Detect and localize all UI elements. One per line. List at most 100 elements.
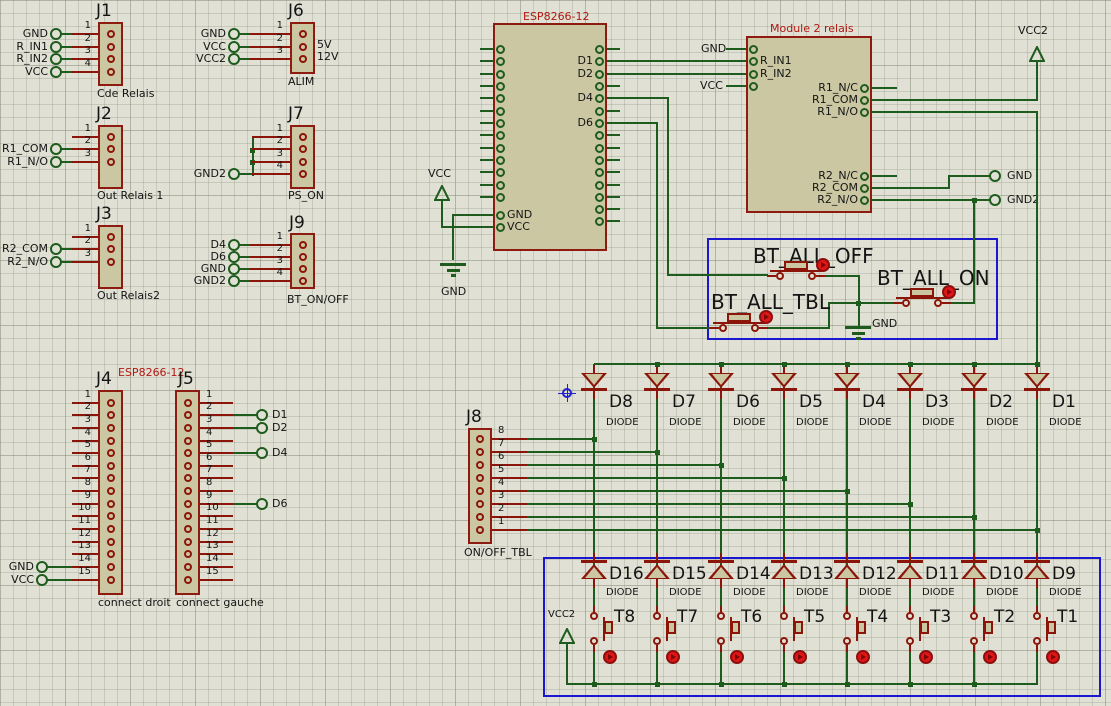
terminal[interactable] <box>50 156 62 168</box>
wire-segment[interactable] <box>72 161 98 163</box>
pin[interactable] <box>107 525 115 533</box>
wire-segment[interactable] <box>527 516 974 518</box>
pin[interactable] <box>496 181 505 190</box>
pin[interactable] <box>1033 637 1041 645</box>
wire-segment[interactable] <box>252 136 254 176</box>
pin[interactable] <box>590 612 598 620</box>
wire-segment[interactable] <box>1036 579 1038 588</box>
wire-segment[interactable] <box>828 302 896 304</box>
terminal[interactable] <box>228 41 240 53</box>
pin[interactable] <box>184 474 192 482</box>
terminal[interactable] <box>50 256 62 268</box>
wire-segment[interactable] <box>47 579 72 581</box>
wire-segment[interactable] <box>480 97 493 99</box>
pin[interactable] <box>496 193 505 202</box>
pin[interactable] <box>299 253 307 261</box>
wire-segment[interactable] <box>656 391 658 399</box>
push-button-cap[interactable] <box>984 621 993 634</box>
terminal[interactable] <box>50 53 62 65</box>
push-button-cap[interactable] <box>604 621 613 634</box>
pin[interactable] <box>860 172 869 181</box>
terminal[interactable] <box>228 28 240 40</box>
wire-segment[interactable] <box>72 579 98 581</box>
wire-segment[interactable] <box>239 256 250 258</box>
pin[interactable] <box>107 30 115 38</box>
wire-segment[interactable] <box>720 391 722 399</box>
wire-segment[interactable] <box>607 110 620 112</box>
pin[interactable] <box>590 637 598 645</box>
pin[interactable] <box>1033 612 1041 620</box>
wire-segment[interactable] <box>667 274 768 276</box>
power-arrow-icon[interactable] <box>1029 46 1045 63</box>
terminal[interactable] <box>50 41 62 53</box>
wire-segment[interactable] <box>1036 553 1038 560</box>
wire-segment[interactable] <box>607 208 620 210</box>
wire-segment[interactable] <box>834 560 860 563</box>
terminal[interactable] <box>228 275 240 287</box>
wire-segment[interactable] <box>480 196 493 198</box>
pin[interactable] <box>107 487 115 495</box>
wire-segment[interactable] <box>767 275 776 277</box>
pin[interactable] <box>184 487 192 495</box>
wire-segment[interactable] <box>480 134 493 136</box>
pin[interactable] <box>107 538 115 546</box>
pin[interactable] <box>496 94 505 103</box>
wire-segment[interactable] <box>233 503 257 505</box>
wire-segment[interactable] <box>61 148 72 150</box>
wire-segment[interactable] <box>72 71 98 73</box>
wire-segment[interactable] <box>480 147 493 149</box>
wire-segment[interactable] <box>858 303 860 327</box>
pin[interactable] <box>299 158 307 166</box>
wire-segment[interactable] <box>759 327 768 329</box>
pin[interactable] <box>476 448 484 456</box>
pin[interactable] <box>299 55 307 63</box>
terminal[interactable] <box>50 243 62 255</box>
wire-segment[interactable] <box>480 226 493 228</box>
wire-segment[interactable] <box>1036 62 1038 101</box>
wire-segment[interactable] <box>909 391 911 399</box>
interactive-marker-icon[interactable] <box>816 258 830 272</box>
wire-segment[interactable] <box>893 302 902 304</box>
pin[interactable] <box>751 324 759 332</box>
interactive-marker-icon[interactable] <box>919 650 933 664</box>
pin[interactable] <box>107 474 115 482</box>
interactive-marker-icon[interactable] <box>759 310 773 324</box>
wire-segment[interactable] <box>710 327 719 329</box>
wire-segment[interactable] <box>720 645 722 652</box>
wire-segment[interactable] <box>527 490 847 492</box>
wire-segment[interactable] <box>252 173 290 175</box>
interactive-marker-icon[interactable] <box>942 285 956 299</box>
pin[interactable] <box>496 82 505 91</box>
wire-segment[interactable] <box>252 161 290 163</box>
pin[interactable] <box>476 461 484 469</box>
wire-segment[interactable] <box>250 256 290 258</box>
pin[interactable] <box>476 526 484 534</box>
terminal[interactable] <box>989 170 1001 182</box>
pin[interactable] <box>184 424 192 432</box>
wire-segment[interactable] <box>566 644 568 684</box>
wire-segment[interactable] <box>200 402 233 404</box>
wire-segment[interactable] <box>566 683 1038 685</box>
pin[interactable] <box>595 119 604 128</box>
wire-segment[interactable] <box>607 85 620 87</box>
wire-segment[interactable] <box>607 147 620 149</box>
interactive-marker-icon[interactable] <box>666 650 680 664</box>
pin[interactable] <box>184 500 192 508</box>
pin[interactable] <box>476 513 484 521</box>
wire-segment[interactable] <box>909 579 911 588</box>
pin[interactable] <box>749 70 758 79</box>
pin[interactable] <box>906 637 914 645</box>
pin[interactable] <box>496 131 505 140</box>
pin[interactable] <box>595 57 604 66</box>
wire-segment[interactable] <box>884 175 897 177</box>
pin[interactable] <box>717 637 725 645</box>
wire-segment[interactable] <box>846 579 848 588</box>
wire-segment[interactable] <box>766 327 830 329</box>
wire-segment[interactable] <box>593 579 595 588</box>
pin[interactable] <box>184 550 192 558</box>
wire-segment[interactable] <box>480 171 493 173</box>
wire-segment[interactable] <box>233 427 257 429</box>
pin[interactable] <box>595 70 604 79</box>
wire-segment[interactable] <box>846 645 848 652</box>
wire-segment[interactable] <box>656 553 658 560</box>
